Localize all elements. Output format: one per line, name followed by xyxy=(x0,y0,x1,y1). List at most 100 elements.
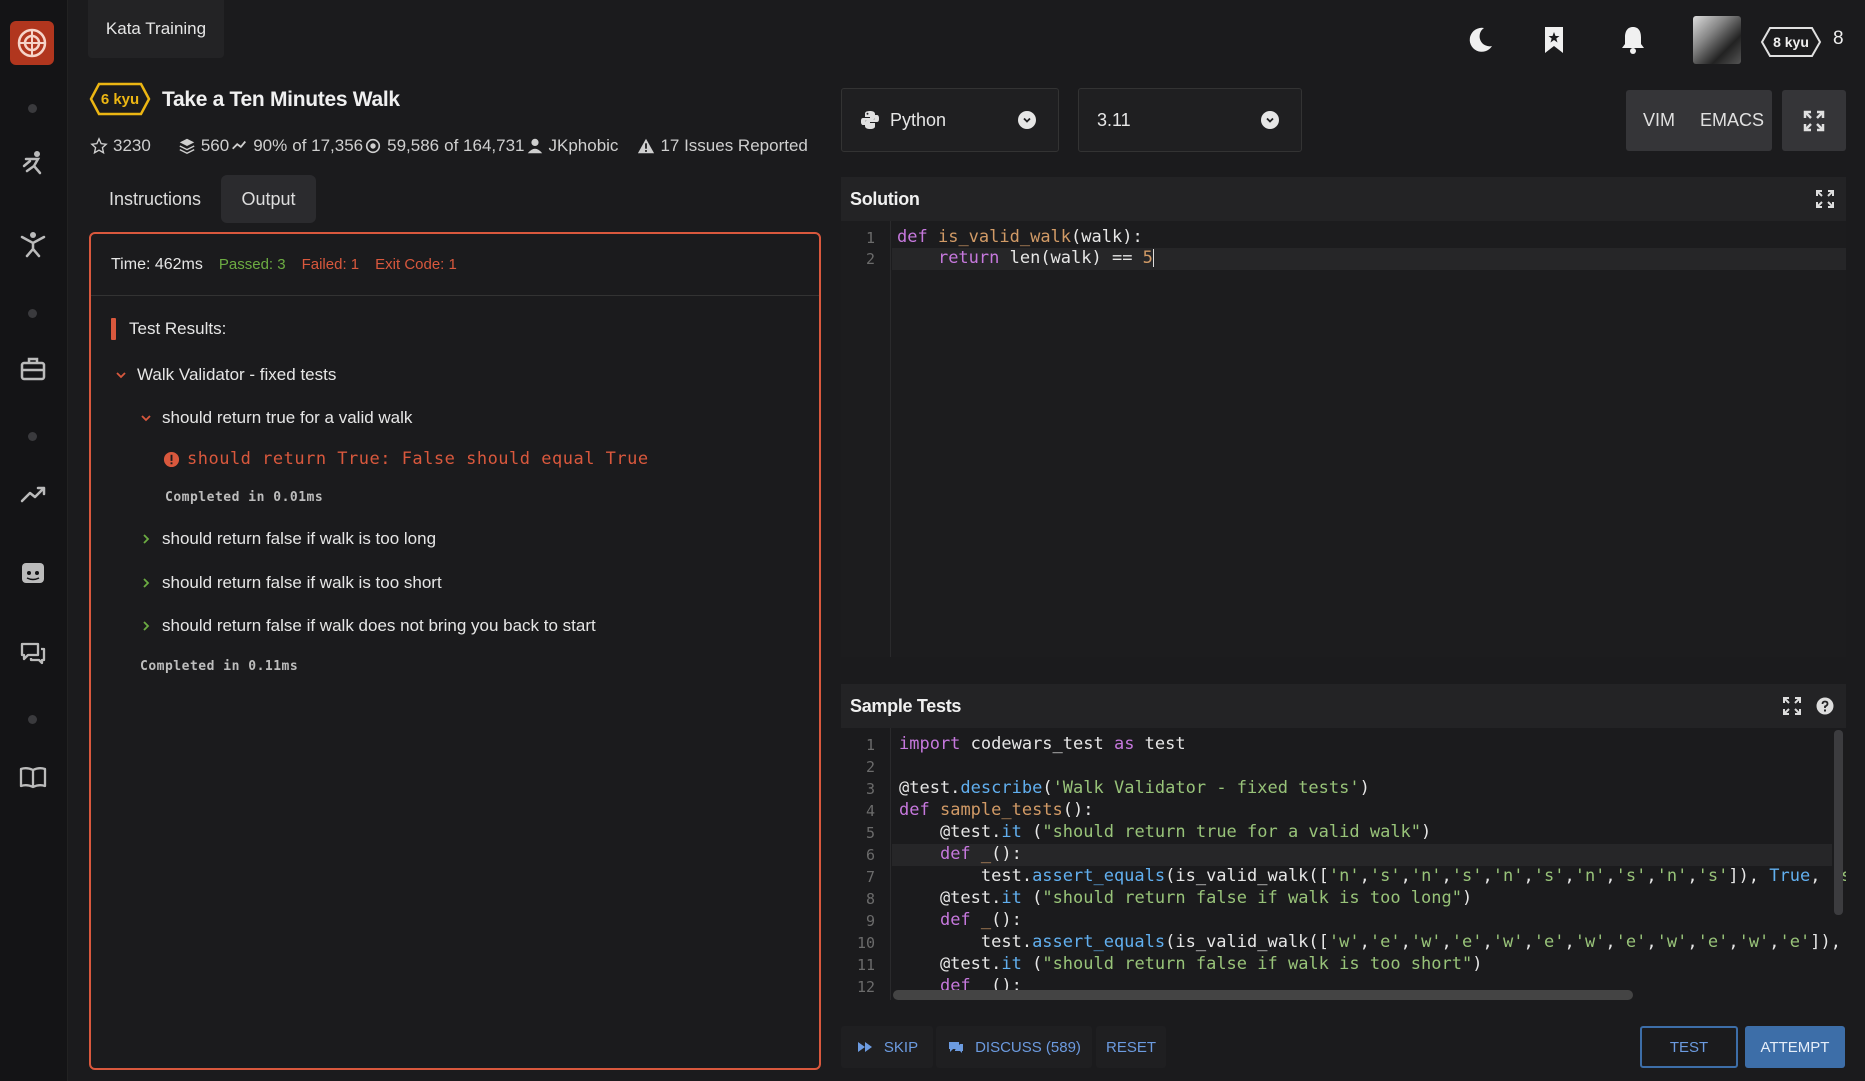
test-group-label: Walk Validator - fixed tests xyxy=(137,365,337,384)
code-line: test.assert_equals(is_valid_walk(['n','s… xyxy=(899,866,1846,886)
line-number: 6 xyxy=(865,846,875,864)
line-number: 11 xyxy=(856,956,875,974)
briefcase-icon[interactable] xyxy=(17,353,49,385)
rail-divider-dot xyxy=(28,104,37,113)
author-link[interactable]: JKphobic xyxy=(549,136,619,156)
rank-badge-label: 8 kyu xyxy=(1773,34,1809,50)
satisfaction-icon xyxy=(229,136,249,156)
failure-text: should return True: False should equal T… xyxy=(187,449,649,469)
test-item[interactable]: should return false if walk is too short xyxy=(138,573,442,593)
chevron-down-icon xyxy=(1018,111,1036,129)
test-item-label: should return false if walk is too short xyxy=(162,573,442,592)
fullscreen-button[interactable] xyxy=(1782,90,1846,151)
test-results-title: Test Results: xyxy=(111,318,226,340)
honor-count: 8 xyxy=(1833,28,1844,49)
run-summary: Time: 462ms Passed: 3 Failed: 1 Exit Cod… xyxy=(91,234,819,296)
active-line-highlight xyxy=(892,844,1832,866)
code-line: @test.it ("should return false if walk i… xyxy=(899,888,1473,908)
test-item[interactable]: should return false if walk is too long xyxy=(138,529,436,549)
comments-icon xyxy=(947,1038,965,1056)
line-gutter xyxy=(841,221,891,657)
sample-tests-editor[interactable]: 1 2 3 4 5 6 7 8 9 10 11 12 import codewa… xyxy=(841,728,1846,1000)
vim-mode-button[interactable]: VIM xyxy=(1626,90,1692,151)
line-number: 7 xyxy=(865,868,875,886)
exit-code: Exit Code: 1 xyxy=(375,256,457,273)
kyu-badge: 6 kyu xyxy=(89,82,151,116)
collections-count: 560 xyxy=(200,136,230,155)
discord-icon[interactable] xyxy=(17,557,49,589)
kyu-badge-label: 6 kyu xyxy=(100,90,140,108)
line-number: 3 xyxy=(865,780,875,798)
leaderboard-icon[interactable] xyxy=(17,478,49,510)
satisfaction-of: of 17,356 xyxy=(292,136,364,155)
output-panel: Time: 462ms Passed: 3 Failed: 1 Exit Cod… xyxy=(89,232,821,1070)
stars-count: 3230 xyxy=(113,136,151,155)
chevron-down-icon xyxy=(1261,111,1279,129)
kata-training-icon[interactable] xyxy=(17,148,49,180)
tab-instructions[interactable]: Instructions xyxy=(90,175,220,223)
satisfaction-pct: 90% xyxy=(253,136,288,155)
failure-message: should return True: False should equal T… xyxy=(162,449,649,469)
code-line: @test.it ("should return false if walk i… xyxy=(899,954,1483,974)
passed-count: Passed: 3 xyxy=(218,256,286,273)
attempt-button[interactable]: ATTEMPT xyxy=(1745,1026,1845,1068)
test-button[interactable]: TEST xyxy=(1640,1026,1738,1068)
test-item[interactable]: should return true for a valid walk xyxy=(138,408,412,428)
solution-editor[interactable]: 1 2 def is_valid_walk(walk): return len(… xyxy=(841,221,1846,657)
test-group[interactable]: Walk Validator - fixed tests xyxy=(113,365,336,385)
language-select[interactable]: Python xyxy=(841,88,1059,152)
completed-icon xyxy=(363,136,383,156)
line-number: 10 xyxy=(856,934,875,952)
code-line: import codewars_test as test xyxy=(899,734,1186,754)
collections-icon xyxy=(177,136,197,156)
rank-badge: 8 kyu xyxy=(1760,26,1822,58)
discuss-button[interactable]: DISCUSS (589) xyxy=(936,1026,1092,1068)
notifications-bell-icon[interactable] xyxy=(1615,22,1651,58)
python-icon xyxy=(860,110,880,130)
line-number: 1 xyxy=(865,736,875,754)
emacs-mode-button[interactable]: EMACS xyxy=(1692,90,1772,151)
bookmark-icon[interactable] xyxy=(1536,22,1572,58)
skip-label: SKIP xyxy=(883,1038,919,1056)
codewars-logo-icon[interactable] xyxy=(10,21,54,65)
solution-title: Solution xyxy=(850,188,920,209)
line-number: 8 xyxy=(865,890,875,908)
vertical-scrollbar[interactable] xyxy=(1834,730,1843,915)
kata-stats: 3230 560 90% of 17,356 59,586 of 164,731… xyxy=(89,134,808,158)
discuss-label: DISCUSS (589) xyxy=(975,1038,1081,1056)
expand-icon[interactable] xyxy=(1782,696,1802,716)
completed-time: Completed in 0.01ms xyxy=(165,490,324,505)
code-line: @test.describe('Walk Validator - fixed t… xyxy=(899,778,1370,798)
code-line: def is_valid_walk(walk): xyxy=(897,227,1143,247)
test-item-label: should return false if walk does not bri… xyxy=(162,616,596,635)
expand-icon[interactable] xyxy=(1815,189,1835,209)
reset-button[interactable]: RESET xyxy=(1096,1026,1166,1068)
code-line: test.assert_equals(is_valid_walk(['w','e… xyxy=(899,932,1841,952)
kata-training-tab[interactable]: Kata Training xyxy=(88,0,224,58)
author-icon xyxy=(525,136,545,156)
rail-divider-dot xyxy=(28,432,37,441)
rail-divider-dot xyxy=(28,715,37,724)
version-select[interactable]: 3.11 xyxy=(1078,88,1302,152)
docs-icon[interactable] xyxy=(17,761,49,793)
skip-button[interactable]: SKIP xyxy=(841,1026,933,1068)
line-number: 1 xyxy=(865,229,875,247)
discussions-icon[interactable] xyxy=(17,637,49,669)
line-number: 5 xyxy=(865,824,875,842)
help-icon[interactable] xyxy=(1815,696,1835,716)
star-icon[interactable] xyxy=(89,136,109,156)
fast-forward-icon xyxy=(856,1038,874,1056)
chevron-down-icon xyxy=(138,410,154,426)
solution-header: Solution xyxy=(841,177,1846,221)
practice-icon[interactable] xyxy=(17,228,49,260)
test-item[interactable]: should return false if walk does not bri… xyxy=(138,616,596,636)
dark-mode-icon[interactable] xyxy=(1462,22,1498,58)
avatar[interactable] xyxy=(1693,16,1741,64)
completed-count: 59,586 xyxy=(387,136,440,155)
line-number: 12 xyxy=(856,978,875,996)
line-number: 2 xyxy=(865,250,875,268)
tab-output[interactable]: Output xyxy=(221,175,316,223)
code-line: @test.it ("should return true for a vali… xyxy=(899,822,1432,842)
issues-link[interactable]: 17 Issues Reported xyxy=(660,136,807,156)
horizontal-scrollbar[interactable] xyxy=(893,990,1633,1000)
